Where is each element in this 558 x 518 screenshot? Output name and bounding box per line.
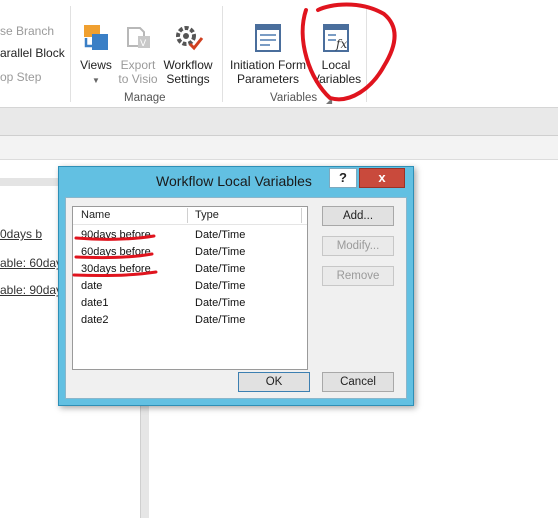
variable-type: Date/Time (195, 246, 246, 258)
views-label: Views (80, 58, 112, 72)
group-label-manage: Manage (124, 92, 166, 104)
ribbon-item-loop-step[interactable]: op Step (0, 70, 41, 84)
column-header-type[interactable]: Type (195, 209, 219, 221)
variable-name: date2 (81, 314, 109, 326)
ribbon-collapsed-strip (0, 108, 558, 136)
list-item[interactable]: date1 Date/Time (73, 295, 307, 312)
ribbon-separator (366, 6, 367, 102)
workflow-settings-button[interactable]: Workflow Settings (160, 22, 216, 86)
ribbon-item-else-branch[interactable]: se Branch (0, 24, 54, 38)
toolbar-strip (0, 136, 558, 160)
list-item[interactable]: 30days before Date/Time (73, 261, 307, 278)
list-item[interactable]: 90days before Date/Time (73, 227, 307, 244)
variable-name: 60days before (81, 246, 151, 258)
column-header-name[interactable]: Name (81, 209, 110, 221)
close-button[interactable]: x (359, 168, 405, 188)
remove-button[interactable]: Remove (322, 266, 394, 286)
export-to-visio-button[interactable]: V Export to Visio (116, 22, 160, 86)
column-separator[interactable] (301, 208, 302, 223)
variable-type: Date/Time (195, 297, 246, 309)
workflow-settings-label: Workflow Settings (163, 58, 213, 86)
list-item[interactable]: date Date/Time (73, 278, 307, 295)
list-item[interactable]: date2 Date/Time (73, 312, 307, 329)
modify-button[interactable]: Modify... (322, 236, 394, 256)
svg-text:fx: fx (335, 37, 347, 51)
ribbon-separator (70, 6, 71, 102)
local-variables-button[interactable]: fx Local Variables (312, 22, 362, 86)
variable-type: Date/Time (195, 280, 246, 292)
ribbon-item-parallel-block[interactable]: arallel Block (0, 46, 65, 60)
export-to-visio-label: Export to Visio (118, 58, 158, 86)
list-header: Name Type (73, 207, 307, 225)
variable-type: Date/Time (195, 314, 246, 326)
group-launcher-icon[interactable]: ◢ (326, 96, 334, 105)
variable-type: Date/Time (195, 263, 246, 275)
ok-button[interactable]: OK (238, 372, 310, 392)
function-fx-icon: fx (323, 24, 349, 52)
gear-icon (176, 26, 204, 51)
svg-text:V: V (140, 39, 147, 49)
ribbon-separator (222, 6, 223, 102)
workspace-splitter[interactable] (140, 400, 149, 518)
views-icon (84, 25, 108, 50)
help-button[interactable]: ? (329, 168, 357, 188)
dialog-body: Name Type 90days before Date/Time 60days… (65, 197, 407, 399)
variable-name: 90days before (81, 229, 151, 241)
initiation-form-parameters-label: Initiation Form Parameters (229, 58, 307, 86)
local-variables-label: Local Variables (312, 58, 362, 86)
chevron-down-icon: ▼ (92, 76, 100, 85)
variable-name: 30days before (81, 263, 151, 275)
add-button[interactable]: Add... (322, 206, 394, 226)
visio-export-icon: V (127, 27, 150, 49)
initiation-form-parameters-button[interactable]: Initiation Form Parameters (224, 22, 312, 86)
form-parameters-icon (255, 24, 281, 52)
cancel-button[interactable]: Cancel (322, 372, 394, 392)
local-variables-dialog: Workflow Local Variables ? x Name Type 9… (58, 166, 414, 406)
list-item[interactable]: 60days before Date/Time (73, 244, 307, 261)
workflow-step-link[interactable]: 0days b (0, 227, 42, 241)
variable-name: date1 (81, 297, 109, 309)
variable-name: date (81, 280, 103, 292)
views-button[interactable]: Views ▼ (74, 22, 118, 88)
variable-type: Date/Time (195, 229, 246, 241)
variables-list[interactable]: Name Type 90days before Date/Time 60days… (72, 206, 308, 370)
group-label-variables: Variables (270, 92, 318, 104)
ribbon: se Branch arallel Block op Step Views ▼ … (0, 0, 558, 108)
column-separator[interactable] (187, 208, 188, 223)
